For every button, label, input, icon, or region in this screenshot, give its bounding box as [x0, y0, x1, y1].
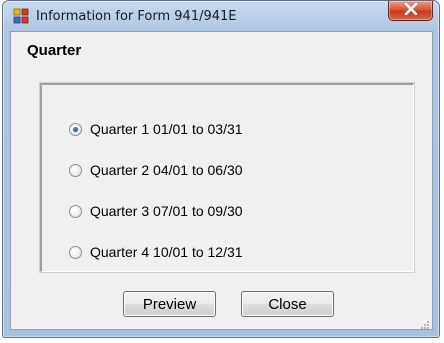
radio-button[interactable]	[69, 204, 82, 218]
radio-button[interactable]	[69, 163, 82, 177]
window-app-icon[interactable]	[13, 8, 29, 24]
dialog-window: Information for Form 941/941E Quarter Qu…	[2, 0, 440, 338]
window-close-button[interactable]	[388, 1, 433, 21]
radio-quarter-1-label[interactable]: Quarter 1 01/01 to 03/31	[90, 121, 243, 137]
dialog-client-area: Quarter Quarter 1 01/01 to 03/31 Quarter…	[10, 31, 433, 330]
preview-button[interactable]: Preview	[123, 291, 216, 317]
title-bar[interactable]: Information for Form 941/941E	[3, 1, 439, 31]
radio-quarter-1[interactable]: Quarter 1 01/01 to 03/31	[69, 119, 243, 139]
radio-quarter-4[interactable]: Quarter 4 10/01 to 12/31	[69, 242, 243, 262]
close-button[interactable]: Close	[241, 291, 334, 317]
quarter-group-label: Quarter	[27, 42, 82, 59]
radio-quarter-3[interactable]: Quarter 3 07/01 to 09/30	[69, 201, 243, 221]
radio-button[interactable]	[69, 122, 82, 136]
radio-quarter-3-label[interactable]: Quarter 3 07/01 to 09/30	[90, 203, 243, 219]
radio-selected-dot	[73, 126, 78, 132]
window-title: Information for Form 941/941E	[36, 9, 237, 24]
radio-quarter-4-label[interactable]: Quarter 4 10/01 to 12/31	[90, 244, 243, 260]
radio-quarter-2-label[interactable]: Quarter 2 04/01 to 06/30	[90, 162, 243, 178]
radio-quarter-2[interactable]: Quarter 2 04/01 to 06/30	[69, 160, 243, 180]
close-icon	[404, 2, 418, 20]
radio-button[interactable]	[69, 245, 82, 259]
resize-grip-icon[interactable]	[420, 317, 430, 329]
